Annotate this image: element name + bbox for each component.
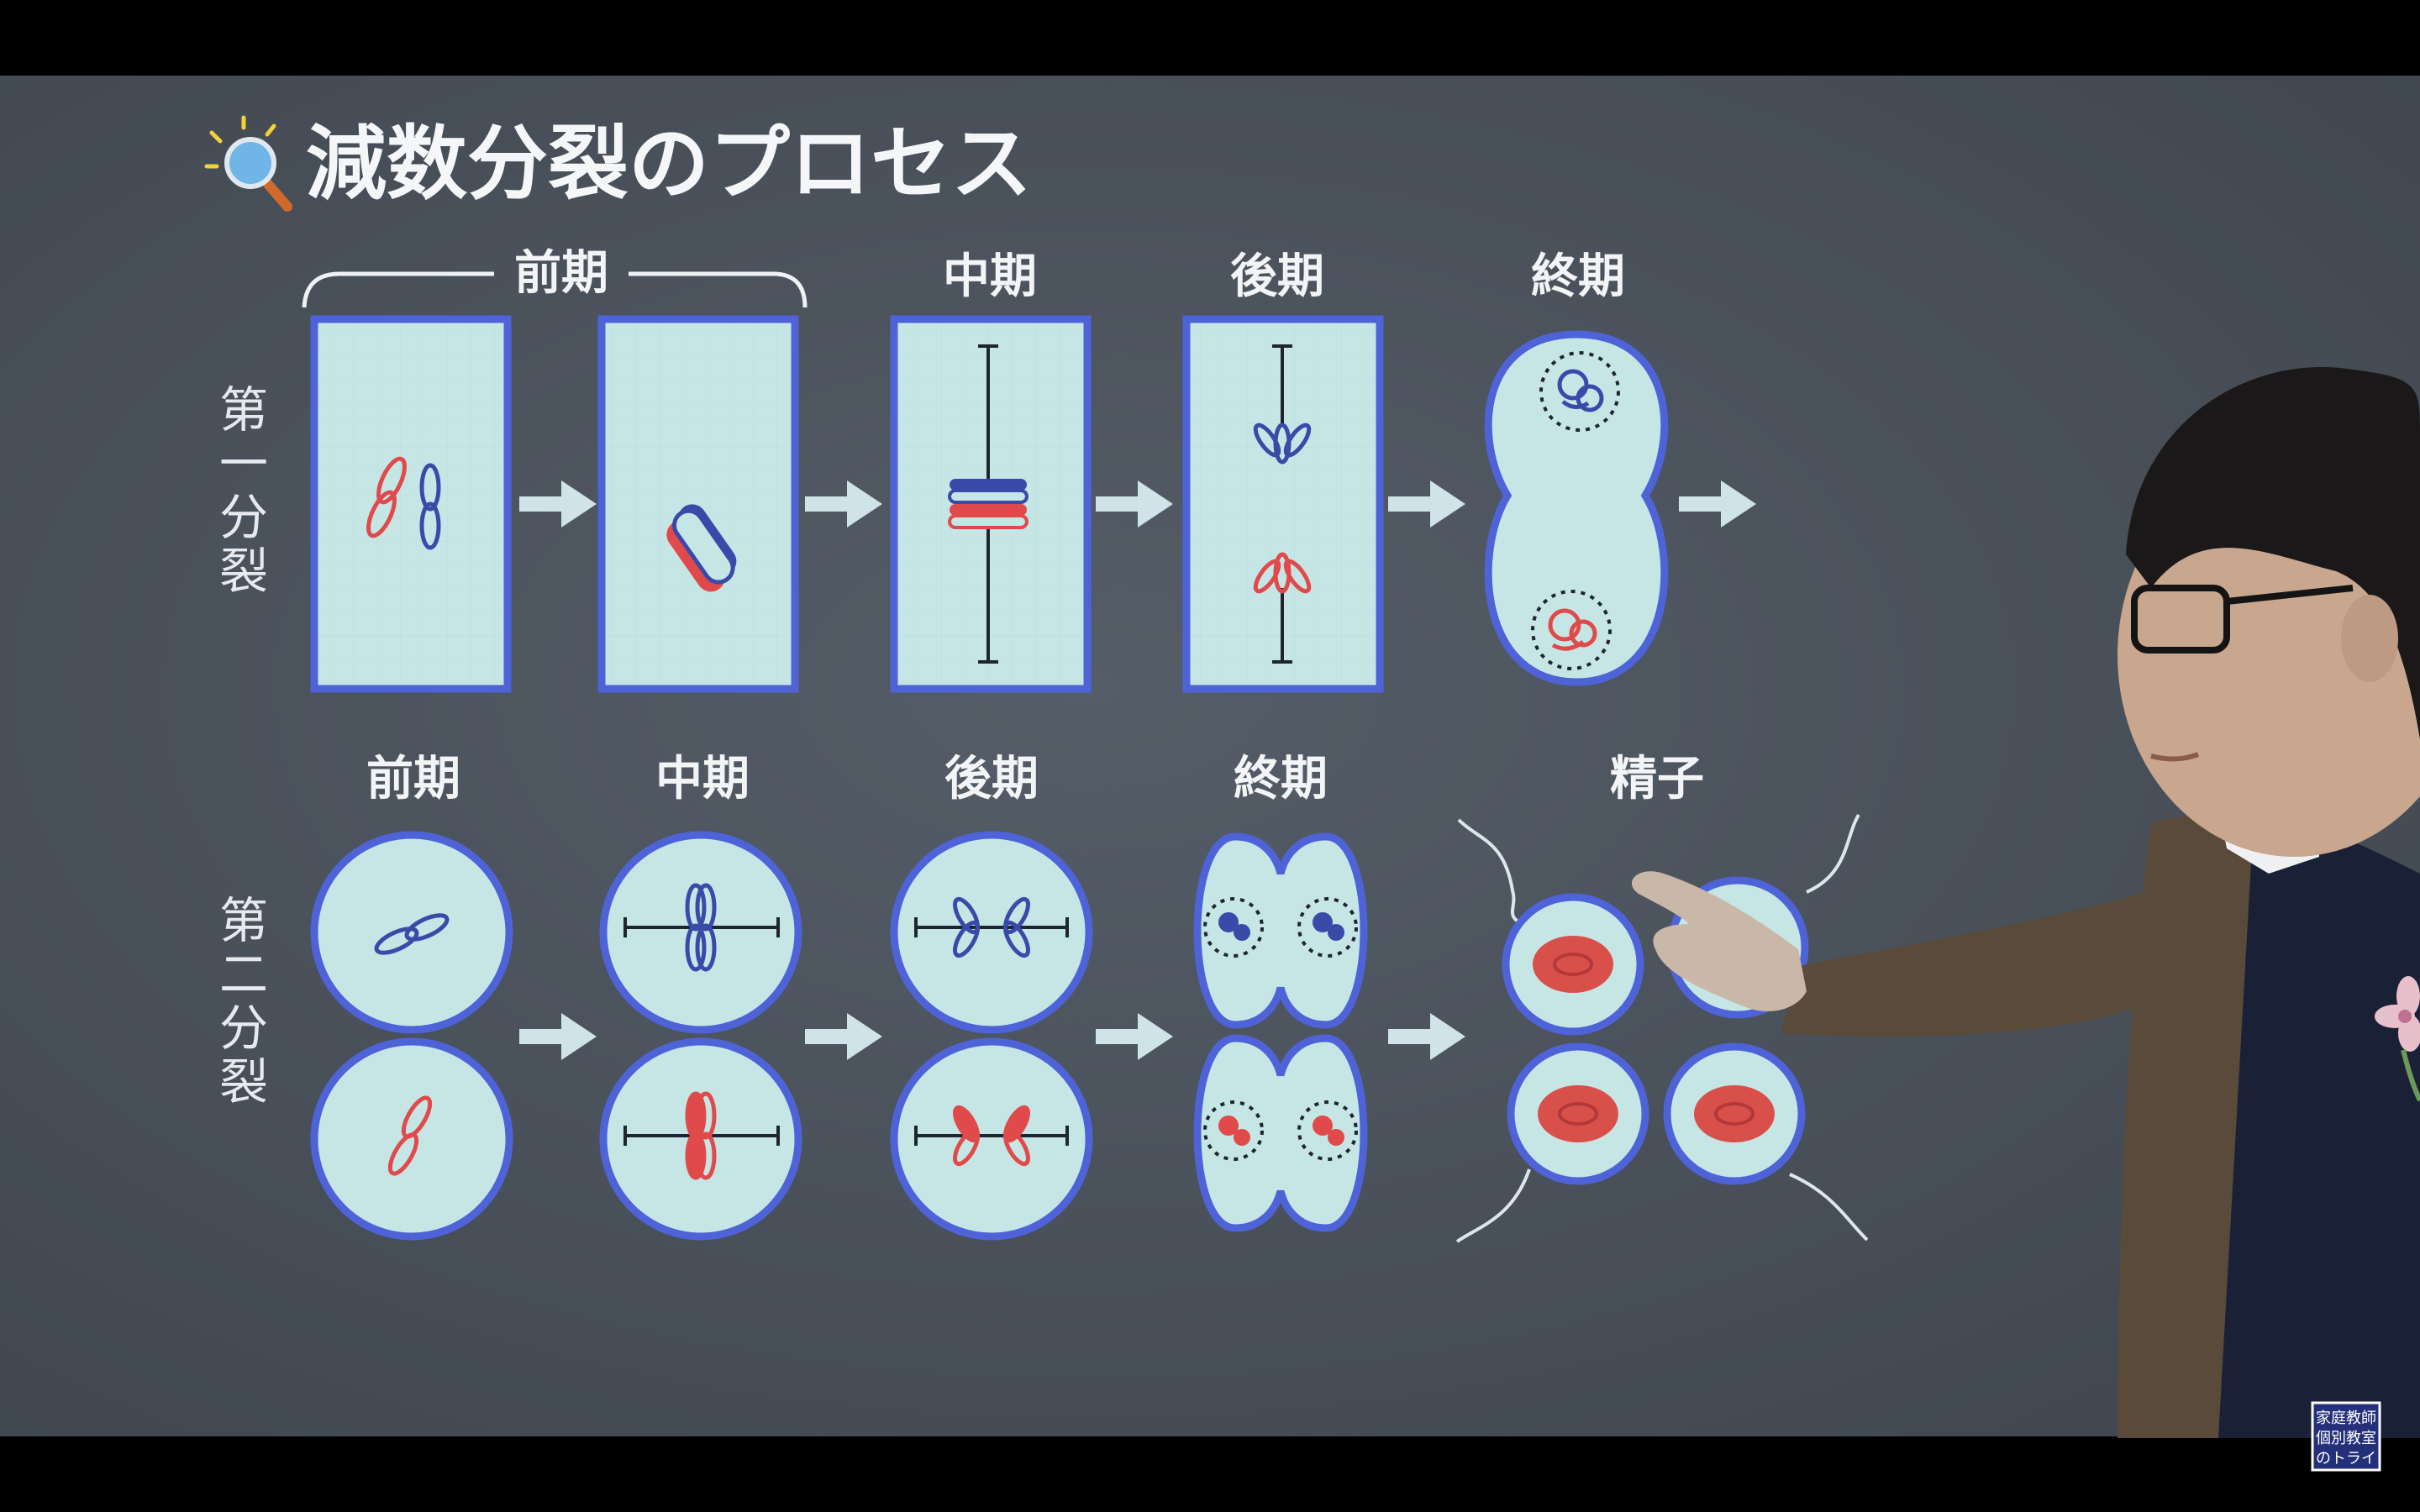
stage-label-metaphase: 中期 — [943, 249, 1037, 304]
side-char: 第 — [219, 381, 268, 438]
stage-label-anaphase: 後期 — [1230, 249, 1324, 304]
second-division-side-label: 第 二 分 裂 — [219, 892, 268, 1110]
side-char: 分 — [219, 489, 268, 546]
brand-logo: 家庭教師 個別教室 のトライ — [2311, 1401, 2381, 1472]
stage-label-sperm: 精子 — [1610, 752, 1704, 806]
stage-label-anaphase-2: 後期 — [944, 752, 1039, 806]
stage-label-metaphase-2: 中期 — [655, 752, 750, 806]
first-division-side-label: 第 一 分 裂 — [219, 381, 268, 600]
cell-prophase-early — [310, 315, 512, 693]
side-char: 一 — [219, 435, 268, 492]
lecture-frame: 減数分裂のプロセス 第 一 分 裂 前期 中期 後期 終期 第 二 分 裂 前期… — [0, 0, 2420, 1512]
stage-label-telophase: 終期 — [1531, 249, 1625, 304]
cell-anaphase — [1182, 315, 1384, 693]
cell-telophase — [1484, 330, 1669, 686]
logo-line: 家庭教師 — [2316, 1410, 2376, 1427]
side-char: 裂 — [219, 543, 268, 600]
cell-metaphase — [890, 315, 1092, 693]
chalkboard — [0, 76, 2420, 1436]
side-char: 分 — [219, 1000, 268, 1057]
page-title: 減数分裂のプロセス — [306, 117, 1032, 211]
stage-label-prophase: 前期 — [514, 246, 608, 301]
logo-line: 個別教室 — [2316, 1430, 2376, 1447]
stage-label-prophase-2: 前期 — [366, 752, 460, 806]
side-char: 第 — [219, 892, 268, 949]
cell-prophase-late — [597, 315, 799, 693]
logo-line: のトライ — [2316, 1450, 2376, 1467]
side-char: 裂 — [219, 1053, 268, 1110]
side-char: 二 — [219, 946, 268, 1003]
stage-label-telophase-2: 終期 — [1234, 752, 1328, 806]
